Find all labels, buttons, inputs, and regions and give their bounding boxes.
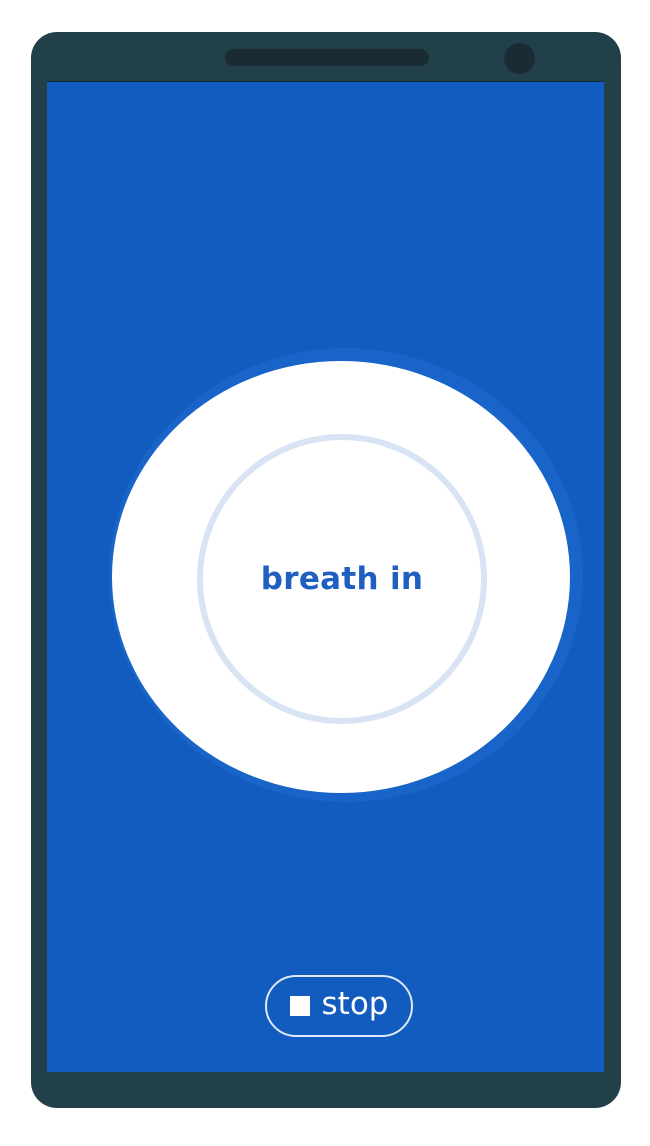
front-camera bbox=[504, 43, 535, 74]
stop-button[interactable]: stop bbox=[265, 975, 413, 1037]
stop-square-icon bbox=[289, 996, 310, 1016]
app-screen: breath in stop bbox=[47, 81, 604, 1072]
stop-button-label: stop bbox=[321, 985, 389, 1022]
phone-frame: breath in stop bbox=[31, 32, 621, 1108]
breathing-phase-text: breath in bbox=[260, 561, 424, 597]
speaker-grille bbox=[225, 49, 429, 66]
